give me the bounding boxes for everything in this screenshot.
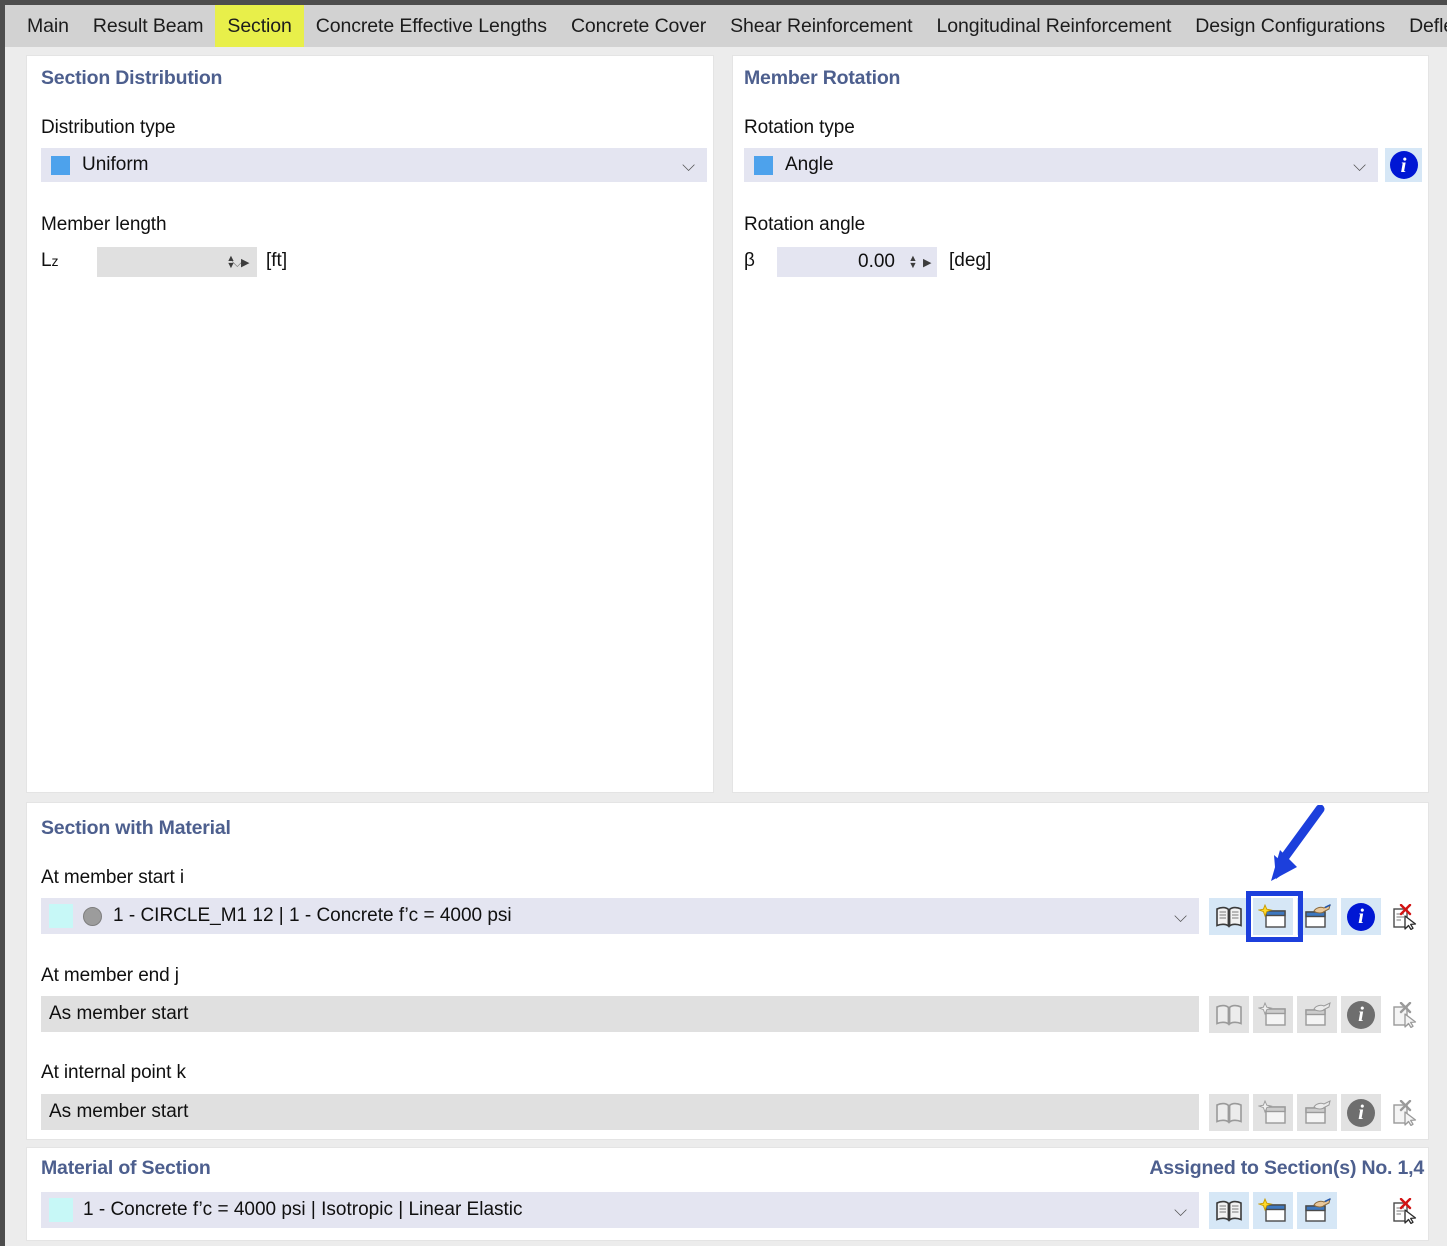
at-internal-point-label: At internal point k	[41, 1062, 186, 1083]
section-internal-edit-button	[1297, 1094, 1337, 1131]
material-edit-button[interactable]	[1297, 1192, 1337, 1229]
apply-arrow-icon: ▶	[923, 256, 932, 269]
chevron-down-icon: ⌵	[1174, 906, 1187, 926]
panel-section-with-material	[26, 802, 1429, 1140]
dialog-window: Main Result Beam Section Concrete Effective…	[0, 0, 1447, 1246]
new-section-icon	[1258, 1001, 1286, 1026]
section-internal-library-button	[1209, 1094, 1249, 1131]
delete-section-icon	[1393, 1001, 1417, 1028]
distribution-type-value: Uniform	[82, 154, 149, 175]
assigned-to-sections-label: Assigned to Section(s) No. 1,4	[1149, 1157, 1424, 1179]
beta-stepper[interactable]: ▲ ▼ ▶	[903, 247, 938, 277]
tab-deflection[interactable]: Deflection &	[1397, 5, 1447, 47]
section-with-material-title: Section with Material	[41, 817, 231, 839]
rotation-type-combobox[interactable]: Angle ⌵	[744, 148, 1378, 182]
section-start-value: 1 - CIRCLE_M1 12 | 1 - Concrete f’c = 40…	[113, 905, 512, 926]
rotation-type-color-swatch	[754, 155, 773, 175]
section-start-color-swatch	[49, 904, 73, 928]
material-value: 1 - Concrete f’c = 4000 psi | Isotropic …	[83, 1199, 523, 1220]
lz-unit: [ft]	[266, 250, 288, 271]
section-end-field: As member start	[41, 996, 1199, 1032]
tab-concrete-effective-lengths[interactable]: Concrete Effective Lengths	[304, 5, 559, 47]
stepper-arrows-icon: ▲ ▼	[908, 253, 918, 270]
tab-design-configurations[interactable]: Design Configurations	[1183, 5, 1397, 47]
at-member-start-label: At member start i	[41, 867, 184, 888]
section-start-info-button[interactable]: i	[1341, 898, 1381, 935]
delete-section-icon	[1393, 1099, 1417, 1126]
tab-result-beam[interactable]: Result Beam	[81, 5, 216, 47]
tab-concrete-cover[interactable]: Concrete Cover	[559, 5, 718, 47]
distribution-type-color-swatch	[51, 155, 70, 175]
tab-section[interactable]: Section	[215, 5, 304, 47]
rotation-type-info-button[interactable]: i	[1385, 148, 1422, 182]
info-icon: i	[1347, 902, 1375, 931]
section-start-combobox[interactable]: 1 - CIRCLE_M1 12 | 1 - Concrete f’c = 40…	[41, 898, 1199, 934]
edit-section-icon	[1305, 1001, 1331, 1026]
info-icon: i	[1347, 1000, 1375, 1029]
info-icon: i	[1347, 1098, 1375, 1127]
chevron-down-icon: ⌵	[1174, 1200, 1187, 1220]
delete-section-icon	[1393, 903, 1417, 930]
circle-section-shape-icon	[83, 906, 102, 926]
section-internal-field: As member start	[41, 1094, 1199, 1130]
section-end-edit-button	[1297, 996, 1337, 1033]
edit-material-icon	[1305, 1197, 1331, 1222]
tab-shear-reinforcement[interactable]: Shear Reinforcement	[718, 5, 924, 47]
blue-arrow-pointer	[1271, 805, 1325, 881]
section-end-new-button	[1253, 996, 1293, 1033]
rotation-angle-label: Rotation angle	[744, 214, 866, 235]
lz-symbol-label: Lz	[41, 250, 59, 271]
library-icon	[1216, 1200, 1242, 1222]
info-icon: i	[1389, 151, 1418, 179]
material-delete-button[interactable]	[1385, 1192, 1425, 1229]
tab-longitudinal-reinforcement[interactable]: Longitudinal Reinforcement	[924, 5, 1183, 47]
section-internal-delete-button	[1385, 1094, 1425, 1131]
edit-section-icon	[1305, 903, 1331, 928]
material-color-swatch	[49, 1198, 73, 1222]
library-icon	[1216, 1102, 1242, 1124]
library-icon	[1216, 1004, 1242, 1026]
new-material-icon	[1258, 1197, 1286, 1222]
beta-value: 0.00	[858, 251, 895, 272]
library-icon	[1216, 906, 1242, 928]
beta-input[interactable]: 0.00	[777, 247, 903, 277]
material-combobox[interactable]: 1 - Concrete f’c = 4000 psi | Isotropic …	[41, 1192, 1199, 1228]
section-internal-info-button: i	[1341, 1094, 1381, 1131]
member-length-label: Member length	[41, 214, 167, 235]
section-end-library-button	[1209, 996, 1249, 1033]
apply-arrow-icon: ▶	[241, 256, 250, 269]
new-section-icon	[1258, 1099, 1286, 1124]
tab-bar: Main Result Beam Section Concrete Effective…	[5, 5, 1447, 47]
chevron-down-icon: ⌵	[1353, 155, 1366, 175]
highlight-box-new-section-button	[1246, 891, 1303, 942]
chevron-down-icon: ⌵	[682, 155, 695, 175]
section-end-delete-button	[1385, 996, 1425, 1033]
section-distribution-title: Section Distribution	[41, 67, 223, 89]
section-internal-value: As member start	[49, 1101, 189, 1122]
section-start-delete-button[interactable]	[1385, 898, 1425, 935]
rotation-type-label: Rotation type	[744, 117, 855, 138]
rotation-type-value: Angle	[785, 154, 834, 175]
section-end-value: As member start	[49, 1003, 189, 1024]
member-rotation-title: Member Rotation	[744, 67, 901, 89]
edit-section-icon	[1305, 1099, 1331, 1124]
material-of-section-title: Material of Section	[41, 1157, 211, 1179]
beta-symbol-label: β	[744, 250, 755, 271]
delete-material-icon	[1393, 1197, 1417, 1224]
material-library-button[interactable]	[1209, 1192, 1249, 1229]
material-new-button[interactable]	[1253, 1192, 1293, 1229]
lz-stepper[interactable]: ▲ ▼ ▶	[221, 247, 253, 277]
dialog-body: Section Distribution Distribution type U…	[5, 47, 1447, 1246]
tab-main[interactable]: Main	[5, 5, 81, 47]
stepper-arrows-icon: ▲ ▼	[226, 253, 236, 270]
section-start-edit-button[interactable]	[1297, 898, 1337, 935]
section-start-library-button[interactable]	[1209, 898, 1249, 935]
beta-unit: [deg]	[949, 250, 992, 271]
section-internal-new-button	[1253, 1094, 1293, 1131]
distribution-type-label: Distribution type	[41, 117, 176, 138]
section-end-info-button: i	[1341, 996, 1381, 1033]
at-member-end-label: At member end j	[41, 965, 179, 986]
distribution-type-combobox[interactable]: Uniform ⌵	[41, 148, 707, 182]
